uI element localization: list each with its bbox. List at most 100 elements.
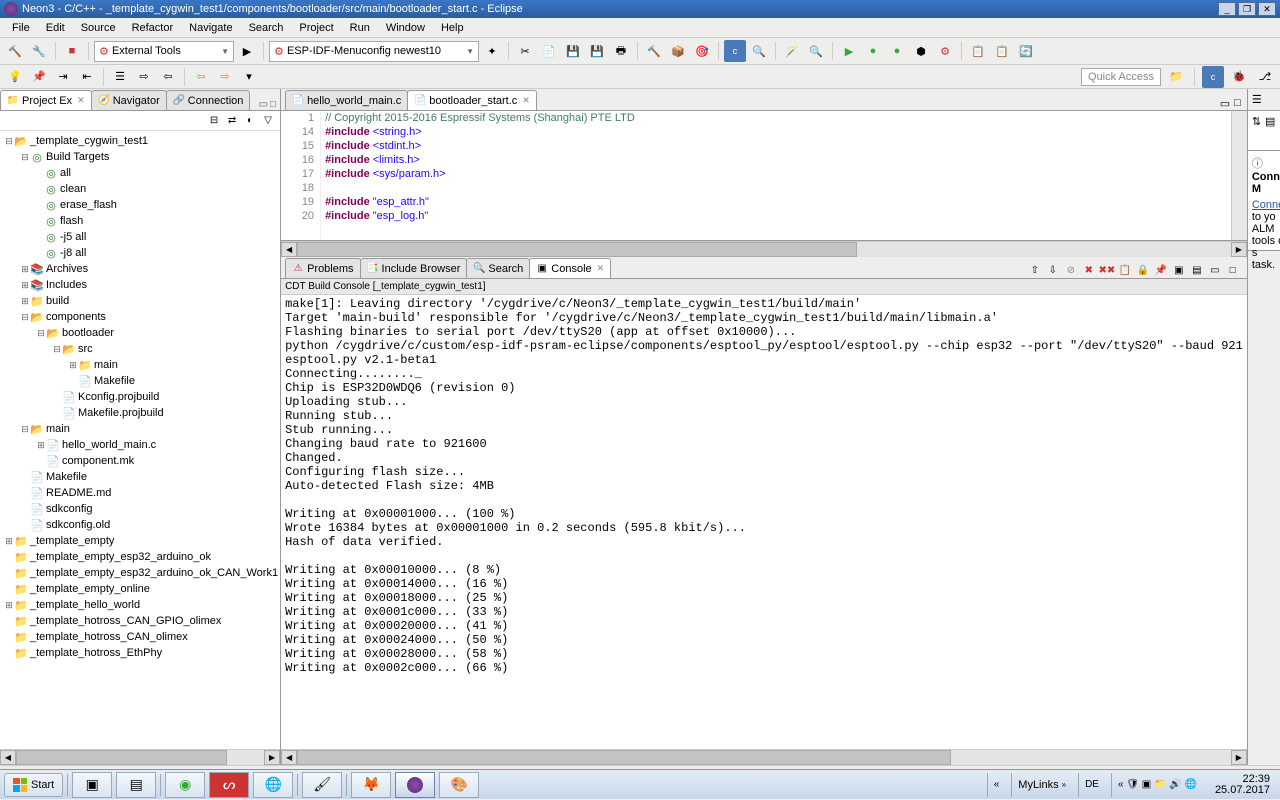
tree-makefile[interactable]: Makefile — [94, 375, 135, 387]
console-min-icon[interactable]: ▭ — [1207, 262, 1223, 278]
tree-includes[interactable]: Includes — [46, 279, 87, 291]
maximize-button[interactable]: ❐ — [1238, 2, 1256, 16]
code-editor[interactable]: 114151617181920 // Copyright 2015-2016 E… — [281, 111, 1247, 241]
perspective-cpp-icon[interactable]: c — [1202, 66, 1224, 88]
coverage-icon[interactable]: ⬢ — [910, 40, 932, 62]
console-output[interactable]: make[1]: Leaving directory '/cygdrive/c/… — [281, 295, 1247, 749]
console-remove-icon[interactable]: ✖ — [1081, 262, 1097, 278]
tree-readme[interactable]: README.md — [46, 487, 111, 499]
tree-project[interactable]: _template_empty — [30, 535, 114, 547]
menu-source[interactable]: Source — [73, 20, 124, 36]
new-icon[interactable]: 📄 — [538, 40, 560, 62]
view-maximize-icon[interactable]: □ — [270, 99, 276, 110]
menu-project[interactable]: Project — [291, 20, 341, 36]
console-removeall-icon[interactable]: ✖✖ — [1099, 262, 1115, 278]
tab-project-explorer[interactable]: 📁Project Ex✕ — [0, 90, 92, 110]
focus-task-icon[interactable]: ◐ — [242, 113, 258, 129]
taskbar-paint[interactable]: 🎨 — [439, 772, 479, 798]
tree-project[interactable]: _template_empty_online — [30, 583, 150, 595]
tray-icons[interactable]: « 🛡 ▣ 📁 🔊 🌐 — [1111, 773, 1203, 797]
perspective-resource-icon[interactable]: 📁 — [1165, 66, 1187, 88]
taskbar-app-6[interactable]: 🖌 — [302, 772, 342, 798]
taskbar-app-3[interactable]: ◉ — [165, 772, 205, 798]
editor-hscroll[interactable]: ◀▶ — [281, 241, 1247, 257]
back-icon[interactable]: ⇦ — [190, 66, 212, 88]
dropdown-icon[interactable]: ▾ — [238, 66, 260, 88]
taskbar-app-5[interactable]: 🌐 — [253, 772, 293, 798]
stop-icon[interactable]: ■ — [61, 40, 83, 62]
tab-problems[interactable]: ⚠Problems — [285, 258, 360, 278]
esp-config-combo[interactable]: ⚙ ESP-IDF-Menuconfig newest10▼ — [269, 41, 479, 62]
console-down-icon[interactable]: ⇩ — [1045, 262, 1061, 278]
class-icon[interactable]: c — [724, 40, 746, 62]
tab-console[interactable]: ▣Console✕ — [529, 258, 611, 278]
tree-build-targets[interactable]: Build Targets — [46, 151, 109, 163]
cut-icon[interactable]: ✂ — [514, 40, 536, 62]
console-display-icon[interactable]: ▣ — [1171, 262, 1187, 278]
tree-project[interactable]: _template_hotross_EthPhy — [30, 647, 162, 659]
save-all-icon[interactable]: 💾 — [586, 40, 608, 62]
tree-target-flash[interactable]: flash — [60, 215, 83, 227]
tree-main2[interactable]: main — [46, 423, 70, 435]
tree-bootloader[interactable]: bootloader — [62, 327, 114, 339]
tree-hello-c[interactable]: hello_world_main.c — [62, 439, 156, 451]
tree-target-j8[interactable]: -j8 all — [60, 247, 86, 259]
run-icon[interactable]: ● — [862, 40, 884, 62]
tray-show-hidden[interactable]: « — [987, 773, 1006, 797]
sync-icon[interactable]: 🔄 — [1015, 40, 1037, 62]
menu-run[interactable]: Run — [342, 20, 378, 36]
tree-project[interactable]: _template_empty_esp32_arduino_ok — [30, 551, 211, 563]
ext-tools-icon[interactable]: ⚙ — [934, 40, 956, 62]
wand-icon[interactable]: 🪄 — [781, 40, 803, 62]
taskbar-app-2[interactable]: ▤ — [116, 772, 156, 798]
tree-makefile-proj[interactable]: Makefile.projbuild — [78, 407, 164, 419]
menu-window[interactable]: Window — [378, 20, 433, 36]
console-open-icon[interactable]: ▤ — [1189, 262, 1205, 278]
console-max-icon[interactable]: □ — [1225, 262, 1241, 278]
tree-archives[interactable]: Archives — [46, 263, 88, 275]
editor-minimize-icon[interactable]: ▭ — [1220, 97, 1230, 110]
search-icon[interactable]: 🔍 — [805, 40, 827, 62]
taskbar-eclipse[interactable] — [395, 772, 435, 798]
tree-root[interactable]: _template_cygwin_test1 — [30, 135, 148, 147]
editor-vscroll[interactable] — [1231, 111, 1247, 240]
taskbar-firefox[interactable]: 🦊 — [351, 772, 391, 798]
close-button[interactable]: ✕ — [1258, 2, 1276, 16]
task-icon[interactable]: 📋 — [991, 40, 1013, 62]
code-area[interactable]: // Copyright 2015-2016 Espressif Systems… — [321, 111, 1247, 240]
tree-target-j5[interactable]: -j5 all — [60, 231, 86, 243]
tree-project[interactable]: _template_empty_esp32_arduino_ok_CAN_Wor… — [30, 567, 278, 579]
build-all-icon[interactable]: 📦 — [667, 40, 689, 62]
tree-project[interactable]: _template_hotross_CAN_GPIO_olimex — [30, 615, 221, 627]
view-menu-icon[interactable]: ▽ — [260, 113, 276, 129]
menu-search[interactable]: Search — [241, 20, 292, 36]
menu-edit[interactable]: Edit — [38, 20, 73, 36]
taskbar-app-4[interactable]: ᔕ — [209, 772, 249, 798]
run-ext-icon[interactable]: ▶ — [236, 40, 258, 62]
prev-icon[interactable]: ⇦ — [157, 66, 179, 88]
pin-icon[interactable]: 📌 — [28, 66, 50, 88]
project-tree[interactable]: ⊟📂_template_cygwin_test1 ⊟◎Build Targets… — [0, 131, 280, 749]
new-task-icon[interactable]: 📋 — [967, 40, 989, 62]
external-tools-combo[interactable]: ⚙ External Tools▼ — [94, 41, 234, 62]
tray-clock[interactable]: 22:39 25.07.2017 — [1209, 774, 1276, 796]
console-up-icon[interactable]: ⇧ — [1027, 262, 1043, 278]
nav-list-icon[interactable]: ☰ — [109, 66, 131, 88]
console-hscroll[interactable]: ◀▶ — [281, 749, 1247, 765]
tab-include-browser[interactable]: 📑Include Browser — [360, 258, 468, 278]
console-cancel-icon[interactable]: ⊘ — [1063, 262, 1079, 278]
menu-help[interactable]: Help — [433, 20, 472, 36]
indent-icon[interactable]: ⇥ — [52, 66, 74, 88]
menu-file[interactable]: File — [4, 20, 38, 36]
perspective-git-icon[interactable]: ⎇ — [1254, 66, 1276, 88]
tree-components[interactable]: components — [46, 311, 106, 323]
save-icon[interactable]: 💾 — [562, 40, 584, 62]
outline-filter-icon[interactable]: ▤ — [1265, 115, 1275, 128]
print-icon[interactable]: 🖶 — [610, 40, 632, 62]
tab-search[interactable]: 🔍Search — [466, 258, 530, 278]
mylyn-connect-link[interactable]: Connect — [1252, 199, 1280, 211]
editor-maximize-icon[interactable]: □ — [1234, 97, 1241, 110]
tree-component-mk[interactable]: component.mk — [62, 455, 134, 467]
tree-project[interactable]: _template_hello_world — [30, 599, 140, 611]
console-copy-icon[interactable]: 📋 — [1117, 262, 1133, 278]
